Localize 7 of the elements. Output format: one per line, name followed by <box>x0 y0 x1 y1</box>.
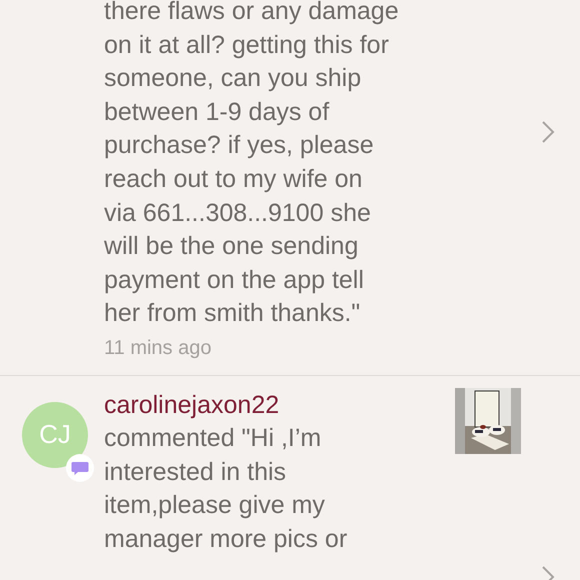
chevron-right-icon[interactable] <box>541 120 555 144</box>
timestamp: 11 mins ago <box>104 336 212 361</box>
notification-message: commented "Hi ,I’m interested in this item,please give my manager more pics or <box>104 422 348 555</box>
avatar-initials: CJ <box>39 419 71 450</box>
comment-badge-icon <box>65 452 95 483</box>
notification-message: there flaws or any damage on it at all? getting this for someone, can you ship between 1-9 days of purchase? if yes, please reach out to my wife on via 661...308...9100 she will be the one sending payment on the app tell her from smith thanks." <box>104 0 400 330</box>
username-link[interactable]: carolinejaxon22 <box>104 388 454 422</box>
